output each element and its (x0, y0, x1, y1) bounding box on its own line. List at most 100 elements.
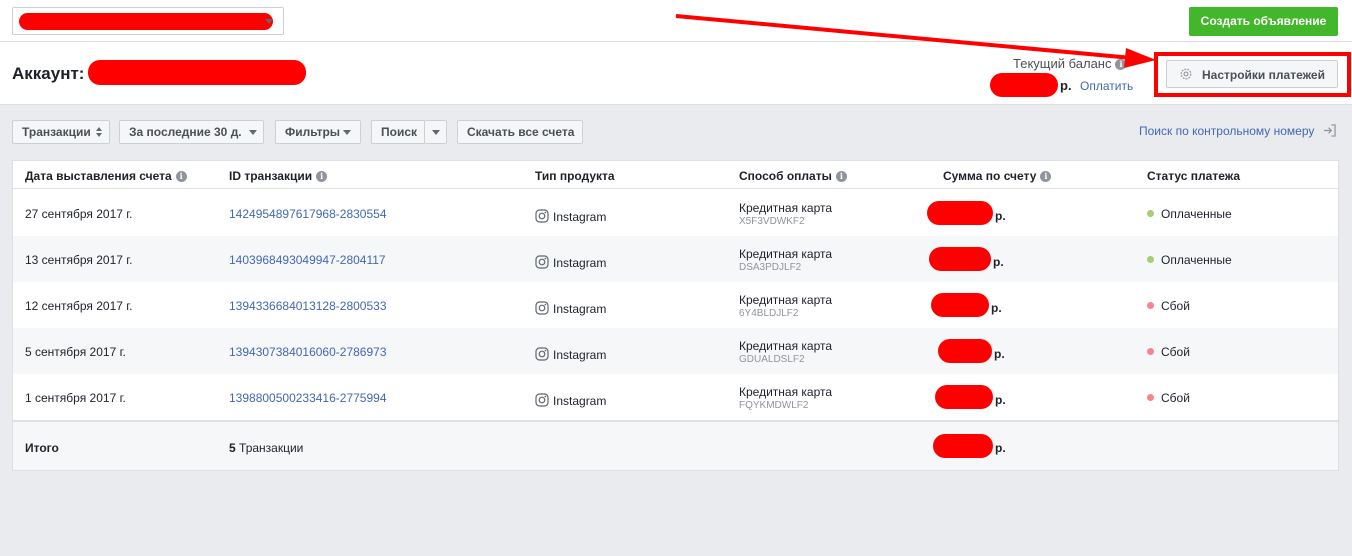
row-payment-code: 6Y4BLDJLF2 (739, 308, 799, 319)
total-currency: р. (995, 441, 1006, 455)
balance-currency: р. (1060, 78, 1072, 93)
redacted-amount (935, 385, 993, 409)
search-label: Поиск (381, 125, 418, 139)
column-header-date-text: Дата выставления счета (25, 169, 172, 183)
period-dropdown[interactable]: За последние 30 д. (119, 120, 264, 144)
search-by-reference-link[interactable]: Поиск по контрольному номеру (1139, 124, 1314, 138)
row-transaction-id-link[interactable]: 1424954897617968-2830554 (229, 207, 387, 221)
exit-icon[interactable] (1323, 124, 1336, 137)
filters-label: Фильтры (285, 125, 341, 139)
transactions-dropdown[interactable]: Транзакции (12, 120, 110, 144)
row-transaction-id-link[interactable]: 1398800500233416-2775994 (229, 391, 387, 405)
column-header-payment-text: Способ оплаты (739, 169, 832, 183)
row-payment-status: Сбой (1161, 345, 1190, 359)
table-row: 5 сентября 2017 г. 1394307384016060-27869… (13, 328, 1338, 374)
chevron-down-icon (265, 19, 273, 24)
account-title: Аккаунт: (12, 64, 85, 83)
info-icon[interactable]: i (1115, 59, 1127, 71)
row-amount-currency: р. (991, 301, 1002, 315)
row-payment-code: X5F3VDWKF2 (739, 216, 805, 227)
info-icon[interactable]: i (1040, 171, 1052, 183)
row-amount-currency: р. (995, 209, 1006, 223)
table-row: 1 сентября 2017 г. 1398800500233416-27759… (13, 374, 1338, 420)
row-payment-code: FQYKMDWLF2 (739, 400, 809, 411)
pay-link[interactable]: Оплатить (1080, 79, 1133, 93)
total-label: Итого (25, 441, 59, 455)
row-product-type: Instagram (553, 302, 607, 316)
column-header-amount[interactable]: Сумма по счету i (943, 169, 1052, 183)
account-header: Аккаунт: Текущий баланс i р. Оплатить Нас… (0, 42, 1352, 105)
row-payment-method: Кредитная карта (739, 339, 833, 353)
row-date: 5 сентября 2017 г. (25, 345, 126, 359)
redacted-account-name (19, 13, 273, 30)
row-product-type: Instagram (553, 210, 607, 224)
column-header-date[interactable]: Дата выставления счета i (25, 169, 187, 183)
top-bar: Создать объявление (0, 0, 1352, 42)
gear-icon (1180, 68, 1192, 80)
column-header-product[interactable]: Тип продукта (535, 169, 615, 183)
instagram-icon (535, 301, 549, 315)
chevron-down-icon (343, 130, 351, 135)
row-payment-status: Сбой (1161, 391, 1190, 405)
info-icon[interactable]: i (175, 171, 187, 183)
chevron-down-icon (432, 130, 440, 135)
row-product-type: Instagram (553, 348, 607, 362)
redacted-balance (990, 73, 1058, 97)
status-dot (1147, 256, 1154, 263)
period-label: За последние 30 д. (129, 125, 242, 139)
redacted-amount (931, 293, 989, 317)
row-payment-method: Кредитная карта (739, 293, 833, 307)
row-transaction-id-link[interactable]: 1394307384016060-2786973 (229, 345, 387, 359)
table-row: 12 сентября 2017 г. 1394336684013128-2800… (13, 282, 1338, 328)
balance-label-text: Текущий баланс (1013, 56, 1112, 71)
redacted-amount (927, 201, 993, 225)
redacted-total-amount (933, 434, 993, 458)
row-payment-method: Кредитная карта (739, 385, 833, 399)
row-amount-currency: р. (995, 393, 1006, 407)
row-payment-status: Оплаченные (1161, 253, 1232, 267)
transactions-table: Дата выставления счета i ID транзакции i Т… (12, 160, 1339, 471)
filters-dropdown[interactable]: Фильтры (275, 120, 361, 144)
status-dot (1147, 210, 1154, 217)
row-amount-currency: р. (993, 255, 1004, 269)
status-dot (1147, 348, 1154, 355)
row-payment-method: Кредитная карта (739, 201, 833, 215)
table-header: Дата выставления счета i ID транзакции i Т… (13, 161, 1338, 189)
create-ad-button[interactable]: Создать объявление (1189, 7, 1338, 36)
instagram-icon (535, 347, 549, 361)
row-product-type: Instagram (553, 256, 607, 270)
row-amount-currency: р. (994, 347, 1005, 361)
payment-settings-button[interactable]: Настройки платежей (1166, 60, 1338, 88)
table-row: 13 сентября 2017 г. 1403968493049947-2804… (13, 236, 1338, 282)
row-product-type: Instagram (553, 394, 607, 408)
row-payment-method: Кредитная карта (739, 247, 833, 261)
transactions-label: Транзакции (22, 125, 91, 139)
chevron-down-icon (249, 130, 257, 135)
row-payment-status: Сбой (1161, 299, 1190, 313)
row-payment-status: Оплаченные (1161, 207, 1232, 221)
download-all-invoices-button[interactable]: Скачать все счета (457, 120, 583, 144)
table-total-row: Итого 5 Транзакции р. (13, 420, 1338, 470)
column-header-status[interactable]: Статус платежа (1147, 169, 1240, 183)
account-selector[interactable] (12, 7, 284, 35)
balance-label: Текущий баланс i (1013, 56, 1127, 71)
search-button[interactable]: Поиск (371, 120, 425, 144)
row-payment-code: DSA3PDJLF2 (739, 262, 802, 273)
row-transaction-id-link[interactable]: 1403968493049947-2804117 (229, 253, 386, 267)
column-header-txid[interactable]: ID транзакции i (229, 169, 328, 183)
row-transaction-id-link[interactable]: 1394336684013128-2800533 (229, 299, 387, 313)
info-icon[interactable]: i (835, 171, 847, 183)
column-header-payment[interactable]: Способ оплаты i (739, 169, 847, 183)
row-date: 1 сентября 2017 г. (25, 391, 126, 405)
payment-settings-label: Настройки платежей (1202, 68, 1325, 82)
total-count-number: 5 (229, 441, 236, 455)
info-icon[interactable]: i (316, 171, 328, 183)
sort-icon (96, 127, 102, 137)
download-label: Скачать все счета (467, 125, 575, 139)
total-count: 5 Транзакции (229, 441, 303, 455)
row-date: 27 сентября 2017 г. (25, 207, 133, 221)
status-dot (1147, 302, 1154, 309)
redacted-amount (929, 247, 991, 271)
row-payment-code: GDUALDSLF2 (739, 354, 805, 365)
search-options-dropdown[interactable] (424, 120, 447, 144)
